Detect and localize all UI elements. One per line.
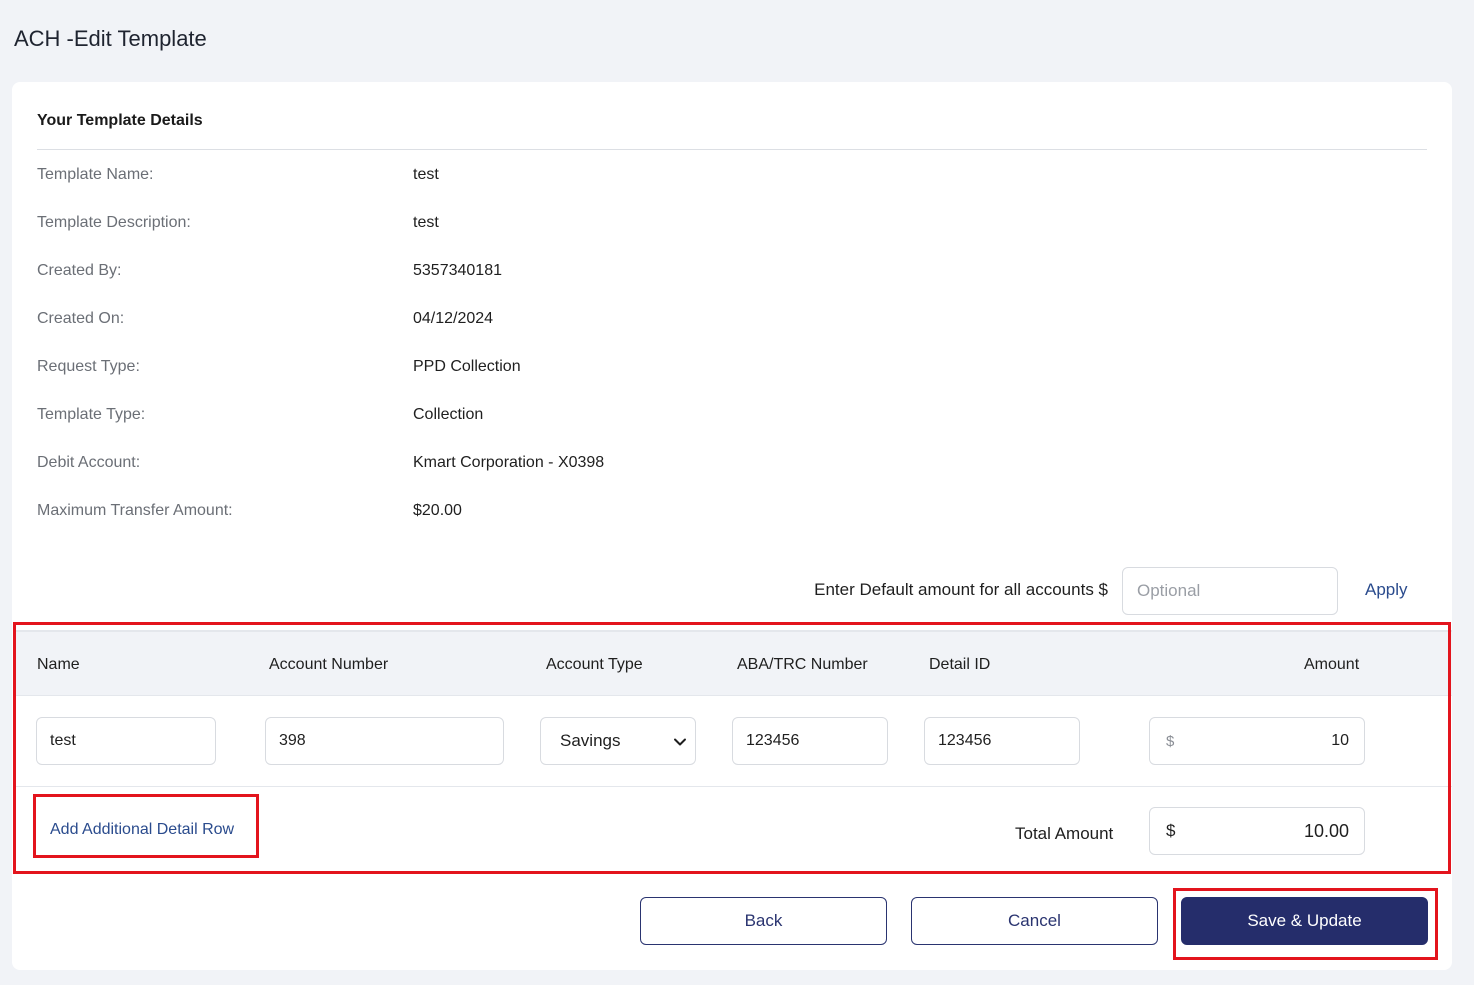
detail-label: Created On: [37, 310, 125, 327]
account-type-value: Savings [560, 731, 621, 750]
save-update-button[interactable]: Save & Update [1181, 897, 1428, 945]
add-detail-row-link[interactable]: Add Additional Detail Row [50, 821, 234, 839]
amount-input[interactable]: $ 10 [1149, 717, 1365, 765]
page-title: ACH -Edit Template [14, 26, 207, 51]
apply-link[interactable]: Apply [1365, 580, 1408, 600]
detail-row-request-type: Request Type: PPD Collection [37, 358, 1427, 382]
detail-label: Maximum Transfer Amount: [37, 502, 233, 519]
template-card: Your Template Details Template Name: tes… [12, 82, 1452, 970]
detail-value: Collection [413, 406, 484, 423]
back-button[interactable]: Back [640, 897, 887, 945]
total-amount-field: $ 10.00 [1149, 807, 1365, 855]
account-number-input[interactable] [265, 717, 504, 765]
detail-value: Kmart Corporation - X0398 [413, 454, 605, 471]
column-header-account-number: Account Number [269, 656, 389, 673]
section-title: Your Template Details [37, 112, 203, 129]
detail-label: Template Name: [37, 166, 154, 183]
cancel-button[interactable]: Cancel [911, 897, 1158, 945]
currency-symbol: $ [1166, 733, 1175, 750]
detail-value: $20.00 [413, 502, 462, 519]
column-header-account-type: Account Type [546, 656, 643, 673]
detail-label: Debit Account: [37, 454, 141, 471]
detail-row-debit-account: Debit Account: Kmart Corporation - X0398 [37, 454, 1427, 478]
detail-row-max-transfer-amount: Maximum Transfer Amount: $20.00 [37, 502, 1427, 526]
total-amount-label: Total Amount [1015, 824, 1114, 843]
detail-id-input[interactable] [924, 717, 1080, 765]
column-header-amount: Amount [1304, 656, 1360, 673]
detail-value: PPD Collection [413, 358, 521, 375]
detail-value: test [413, 166, 439, 183]
name-input[interactable] [36, 717, 216, 765]
total-amount-value: 10.00 [1303, 821, 1349, 841]
column-header-aba-trc: ABA/TRC Number [737, 656, 868, 673]
detail-label: Request Type: [37, 358, 140, 375]
detail-row-created-by: Created By: 5357340181 [37, 262, 1427, 286]
detail-label: Created By: [37, 262, 122, 279]
detail-value: 04/12/2024 [413, 310, 494, 327]
detail-row-template-name: Template Name: test [37, 166, 1427, 190]
aba-trc-input[interactable] [732, 717, 888, 765]
account-type-select[interactable]: Savings [540, 717, 696, 765]
detail-label: Template Type: [37, 406, 146, 423]
column-header-name: Name [37, 656, 80, 673]
amount-value: 10 [1331, 732, 1349, 749]
detail-table-header: Name Account Number Account Type ABA/TRC… [15, 630, 1452, 696]
detail-value: test [413, 214, 439, 231]
column-header-detail-id: Detail ID [929, 656, 991, 673]
detail-label: Template Description: [37, 214, 191, 231]
detail-value: 5357340181 [413, 262, 502, 279]
default-amount-label: Enter Default amount for all accounts $ [814, 580, 1108, 599]
total-currency-symbol: $ [1166, 821, 1176, 840]
chevron-down-icon [674, 738, 686, 746]
detail-row-template-description: Template Description: test [37, 214, 1427, 238]
divider [37, 149, 1427, 150]
default-amount-input[interactable] [1122, 567, 1338, 615]
row-divider [15, 786, 1452, 787]
detail-row-created-on: Created On: 04/12/2024 [37, 310, 1427, 334]
detail-row-template-type: Template Type: Collection [37, 406, 1427, 430]
